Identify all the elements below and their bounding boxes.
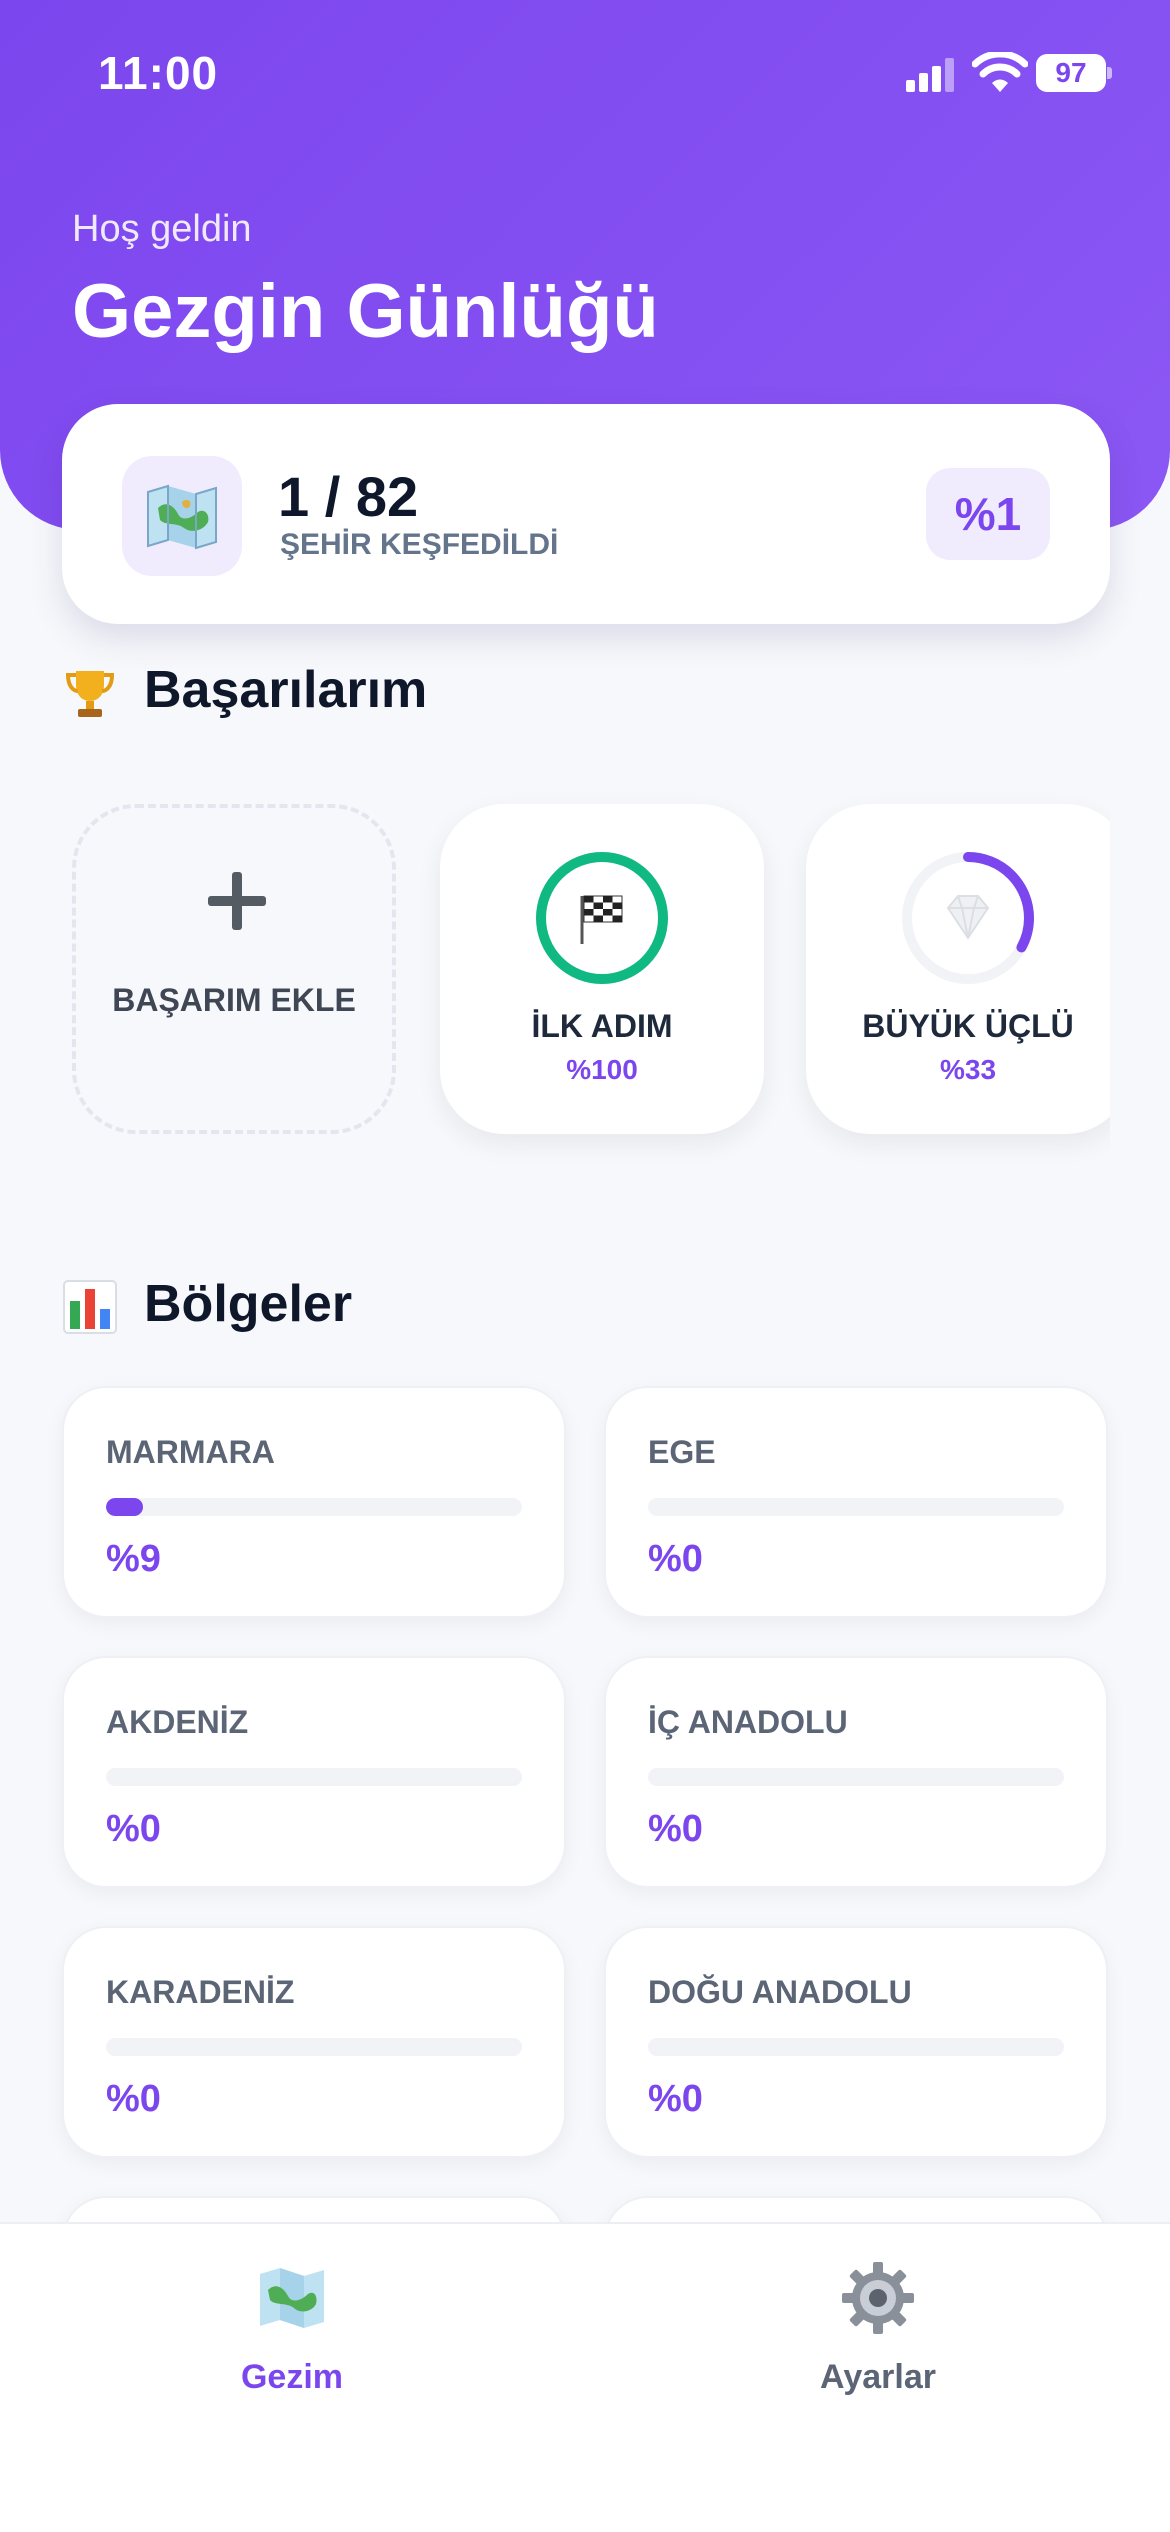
region-name: AKDENİZ [106, 1704, 249, 1740]
regions-section-title: Bölgeler [62, 1274, 352, 1335]
status-time: 11:00 [98, 47, 219, 99]
achievement-percent: %33 [939, 1054, 997, 1085]
gear-icon [840, 2260, 916, 2336]
achievement-card-big-three[interactable]: BÜYÜK ÜÇLÜ %33 [806, 804, 1110, 1134]
region-percent: %9 [106, 1538, 161, 1580]
status-bar: 11:00 97 [0, 0, 1170, 150]
achievements-title: Başarılarım [144, 661, 428, 719]
greeting-text: Hoş geldin [72, 208, 252, 250]
achievements-carousel[interactable]: BAŞARIM EKLE İLK ADIM %100 BÜYÜK ÜÇLÜ %3… [62, 790, 1110, 1180]
explored-caption: ŞEHİR KEŞFEDİLDİ [280, 528, 559, 561]
add-achievement-label: BAŞARIM EKLE [112, 982, 356, 1018]
achievement-progress-ring [902, 852, 1034, 984]
region-percent: %0 [648, 2078, 703, 2120]
achievement-name: BÜYÜK ÜÇLÜ [862, 1008, 1074, 1044]
region-name: MARMARA [106, 1434, 275, 1470]
cellular-signal-icon [906, 58, 954, 92]
region-card-ege[interactable]: EGE %0 [604, 1386, 1108, 1618]
region-progress-fill [106, 1498, 144, 1516]
checkered-flag-icon [580, 895, 623, 944]
achievements-section-title: Başarılarım [62, 660, 427, 721]
region-name: DOĞU ANADOLU [648, 1974, 912, 2010]
battery-icon: 97 [1036, 54, 1112, 92]
bottom-tab-bar: Gezim Ayarlar [0, 2222, 1170, 2532]
achievement-card-first-step[interactable]: İLK ADIM %100 [440, 804, 764, 1134]
map-icon [122, 456, 242, 576]
bar-chart-icon [62, 1279, 118, 1335]
tab-label: Ayarlar [820, 2358, 936, 2396]
region-progress-track [106, 2038, 522, 2056]
achievement-name: İLK ADIM [531, 1008, 673, 1044]
achievement-percent: %100 [566, 1054, 638, 1085]
region-card-karadeniz[interactable]: KARADENİZ %0 [62, 1926, 566, 2158]
region-percent: %0 [106, 2078, 161, 2120]
trophy-icon [62, 665, 118, 721]
region-name: EGE [648, 1434, 716, 1470]
region-name: İÇ ANADOLU [648, 1704, 848, 1740]
region-progress-track [648, 1498, 1064, 1516]
achievement-progress-ring [536, 852, 668, 984]
add-achievement-button[interactable]: BAŞARIM EKLE [72, 804, 396, 1134]
exploration-progress-card[interactable]: 1 / 82 ŞEHİR KEŞFEDİLDİ %1 [62, 404, 1110, 624]
explored-percent-badge: %1 [926, 468, 1050, 560]
region-percent: %0 [106, 1808, 161, 1850]
region-percent: %0 [648, 1538, 703, 1580]
region-progress-track [648, 2038, 1064, 2056]
page-title: Gezgin Günlüğü [72, 269, 659, 354]
region-card-marmara[interactable]: MARMARA %9 [62, 1386, 566, 1618]
regions-title: Bölgeler [144, 1275, 353, 1333]
region-progress-track [648, 1768, 1064, 1786]
region-progress-track [106, 1498, 522, 1516]
battery-level: 97 [1036, 54, 1106, 92]
tab-gezim[interactable]: Gezim [142, 2260, 442, 2420]
region-percent: %0 [648, 1808, 703, 1850]
wifi-icon [972, 52, 1028, 92]
region-card-akdeniz[interactable]: AKDENİZ %0 [62, 1656, 566, 1888]
region-name: KARADENİZ [106, 1974, 295, 2010]
region-card-ic-anadolu[interactable]: İÇ ANADOLU %0 [604, 1656, 1108, 1888]
explored-count: 1 / 82 [278, 465, 419, 528]
tab-ayarlar[interactable]: Ayarlar [728, 2260, 1028, 2420]
diamond-icon [946, 895, 990, 940]
plus-icon [208, 872, 266, 930]
region-progress-track [106, 1768, 522, 1786]
region-card-dogu-anadolu[interactable]: DOĞU ANADOLU %0 [604, 1926, 1108, 2158]
tab-label: Gezim [240, 2358, 344, 2396]
map-icon [254, 2260, 330, 2336]
